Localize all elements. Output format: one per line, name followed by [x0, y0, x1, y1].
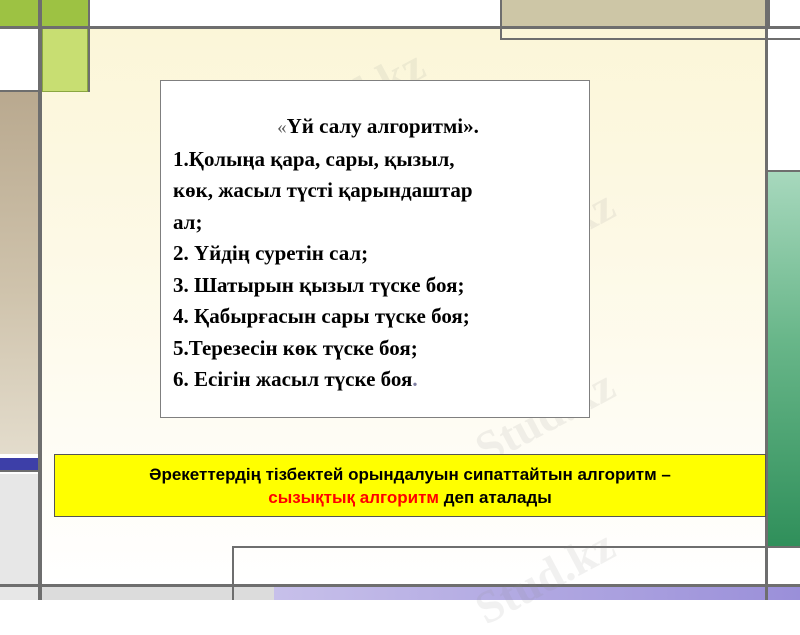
decor-block-green-left	[42, 26, 88, 92]
step-2: 2. Үйдің суретін сал;	[173, 241, 369, 265]
decor-block-tan-left	[0, 92, 38, 454]
decor-block-green-right	[768, 172, 800, 548]
definition-line-1: Әрекеттердің тізбектей орындалуын сипатт…	[149, 465, 671, 484]
definition-line-2: сызықтық алгоритм деп аталады	[55, 486, 765, 509]
frame-line-bottom	[0, 584, 800, 587]
frame-line-left-sep	[0, 90, 42, 92]
title-quote: «	[277, 117, 287, 138]
step-6-dot: .	[412, 367, 418, 391]
step-1-line-a: 1.Қолыңа қара, сары, қызыл,	[173, 146, 455, 171]
frame-line-right-green-top	[768, 170, 800, 172]
step-1-line-c: ал;	[173, 209, 203, 234]
definition-text: Әрекеттердің тізбектей орындалуын сипатт…	[55, 463, 765, 509]
step-5: 5.Терезесін көк түске боя;	[173, 335, 418, 360]
algorithm-text: «Үй салу алгоритмі». 1.Қолыңа қара, сары…	[173, 111, 583, 396]
decor-block-blue-left	[0, 458, 38, 470]
decor-block-bottom-purple	[274, 586, 800, 600]
step-1-line-b: көк, жасыл түсті қарындаштар	[173, 178, 473, 202]
decor-block-top-left	[0, 0, 88, 26]
decor-block-bottom-gray	[42, 586, 274, 600]
decor-block-gray-left	[0, 474, 38, 600]
frame-line-bottom-inner-left	[232, 546, 234, 600]
frame-line-top	[0, 26, 800, 29]
decor-block-tan-top	[500, 0, 765, 26]
definition-tail: деп аталады	[439, 488, 552, 507]
frame-line-left-low	[0, 470, 42, 472]
frame-line-tan-sep	[500, 0, 502, 40]
step-6-text: 6. Есігін жасыл түске боя	[173, 367, 413, 391]
frame-line-bottom-inner	[232, 546, 800, 548]
algorithm-card: «Үй салу алгоритмі». 1.Қолыңа қара, сары…	[160, 80, 590, 418]
frame-line-green-sep	[88, 0, 90, 92]
definition-banner: Әрекеттердің тізбектей орындалуын сипатт…	[54, 454, 766, 517]
card-title: «Үй салу алгоритмі».	[173, 111, 583, 144]
definition-highlight: сызықтық алгоритм	[268, 488, 439, 507]
frame-line-tan-bottom	[500, 38, 800, 40]
step-3: 3. Шатырын қызыл түске боя;	[173, 272, 465, 297]
step-4: 4. Қабырғасын сары түске боя;	[173, 304, 470, 328]
step-6: 6. Есігін жасыл түске боя.	[173, 364, 583, 396]
decor-block-right-top	[768, 0, 800, 26]
title-text: Үй салу алгоритмі».	[286, 114, 479, 138]
